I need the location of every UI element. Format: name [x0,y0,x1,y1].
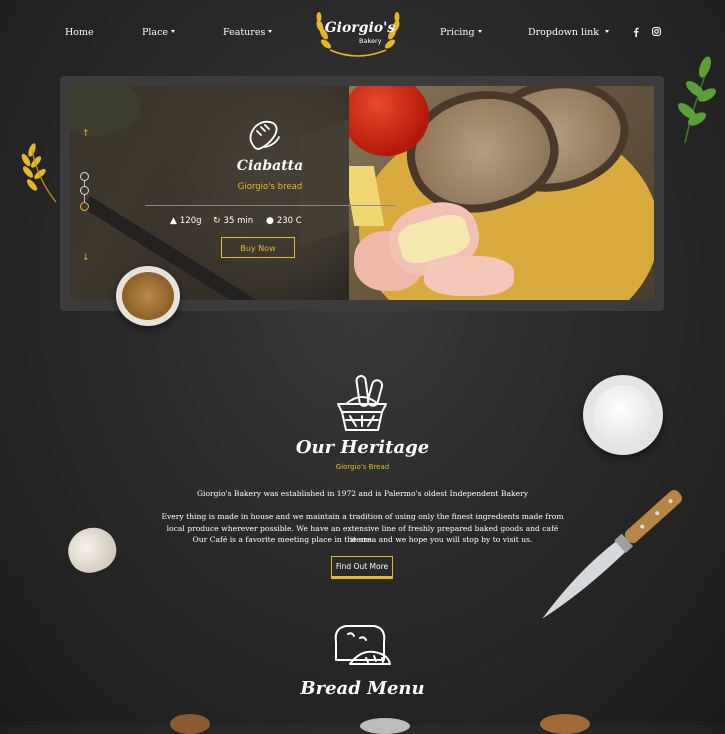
caret-down-icon [604,30,609,33]
stat-weight: ▲ 120g [170,216,202,226]
bread-menu-title: Bread Menu [300,678,425,699]
knife-image [542,490,682,619]
heritage-body-line-1: Every thing is made in house and we main… [161,512,564,521]
slide-dot-2[interactable] [80,186,89,195]
slide-dot-3-active[interactable] [80,202,89,211]
slide-down-arrow-icon[interactable]: ↓ [82,253,90,263]
stat-temperature: ● 230 C [266,216,302,226]
stat-weight-value: 120g [179,216,202,226]
divider [145,205,395,206]
stat-time: ↻ 35 min [213,216,253,226]
heritage-subtitle: Giorgio's Bread [335,463,390,471]
nav-place[interactable]: Place [142,27,176,38]
top-navbar: Home Place Features Giorgio's Bakery Pri… [0,0,725,68]
buy-now-button[interactable]: Buy Now [221,237,295,258]
bakery-logo[interactable]: Giorgio's Bakery [310,4,406,60]
bread-cheese-image [349,86,654,300]
flour-bowl-image [583,375,663,455]
slide-overlay [70,86,349,300]
nav-place-label: Place [142,27,169,38]
clock-icon: ↻ [213,216,221,226]
nav-dropdown-link[interactable]: Dropdown link [528,27,609,38]
caret-down-icon [268,30,273,33]
slide-subtitle: Giorgio's bread [237,182,303,192]
garlic-image [61,521,123,579]
slide-title: Ciabatta [236,158,304,174]
heritage-body-line-3: Our Café is a favorite meeting place in … [192,535,533,544]
nav-pricing[interactable]: Pricing [440,27,482,38]
nav-home[interactable]: Home [65,27,94,38]
weight-icon: ▲ [170,216,177,226]
bowl-image [360,718,410,734]
slide-dot-1[interactable] [80,172,89,181]
heritage-intro: Giorgio's Bakery was established in 1972… [196,489,529,498]
slide-indicators [80,172,90,214]
logo-subtitle: Bakery [359,37,382,45]
nav-features[interactable]: Features [223,27,273,38]
nav-features-label: Features [223,27,266,38]
caret-down-icon [477,30,482,33]
bread-basket-icon [337,375,387,431]
stat-temperature-value: 230 C [276,216,302,226]
nav-dropdown-label: Dropdown link [528,27,599,38]
thermometer-icon: ● [266,216,274,226]
wheat-icon [21,143,57,203]
herb-leaf-icon [677,56,717,144]
bread-image [170,714,210,734]
slide-up-arrow-icon[interactable]: ↑ [82,129,90,139]
instagram-icon[interactable] [652,27,661,39]
grain-bowl-image [116,266,180,326]
bread-icon [334,625,391,665]
find-out-more-button[interactable]: Find Out More [331,556,393,579]
logo-title: Giorgio's [324,20,396,36]
caret-down-icon [171,30,176,33]
bread-image [540,714,590,734]
bread-loaf-icon [249,120,280,150]
facebook-icon[interactable] [633,27,639,40]
stat-time-value: 35 min [223,216,254,226]
nav-home-label: Home [65,27,94,38]
nav-pricing-label: Pricing [440,27,475,38]
heritage-title: Our Heritage [295,437,430,458]
